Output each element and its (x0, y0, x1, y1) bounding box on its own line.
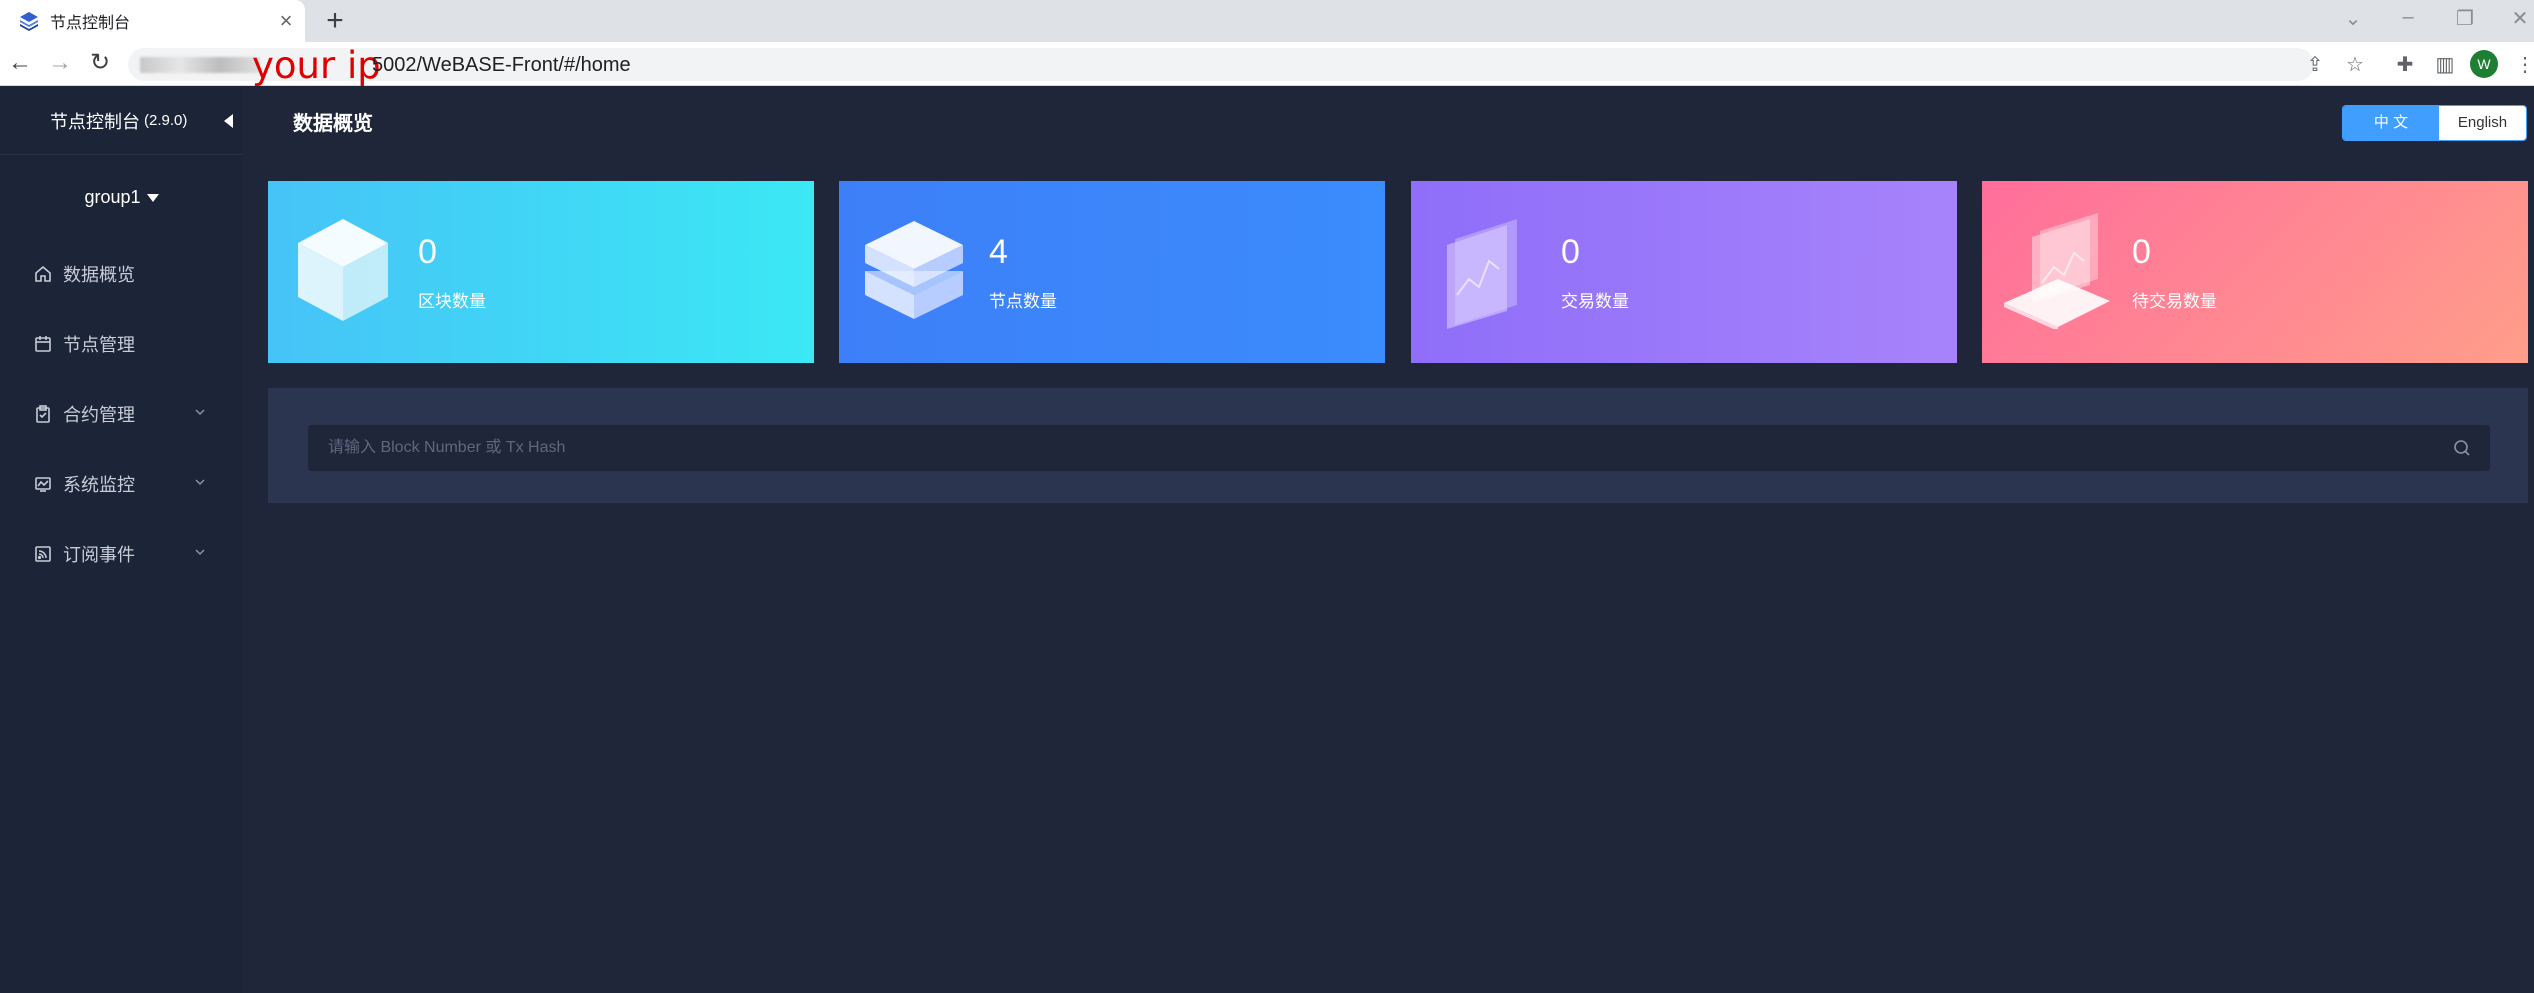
forward-icon[interactable]: → (45, 48, 75, 78)
redacted-ip (140, 57, 260, 73)
bookmark-star-icon[interactable]: ☆ (2342, 52, 2368, 78)
address-bar[interactable]: your ip 5002/WeBASE-Front/#/home (128, 44, 2314, 87)
stat-value: 0 (418, 233, 437, 271)
reload-icon[interactable]: ↻ (85, 48, 115, 78)
sidebar-item-monitor[interactable]: 系统监控 (0, 449, 243, 519)
app-root: 节点控制台 (2.9.0) group1 数据概览 节点管理 合约管理 系统监控… (0, 87, 2534, 993)
share-icon[interactable]: ⇪ (2302, 52, 2328, 78)
more-menu-icon[interactable]: ⋮ (2512, 52, 2534, 78)
stat-card-transactions[interactable]: 0 交易数量 (1411, 181, 1957, 363)
search-panel (268, 388, 2528, 503)
stat-label: 节点数量 (989, 292, 1057, 311)
brand-version: (2.9.0) (144, 112, 188, 129)
sidebar-item-label: 系统监控 (63, 475, 135, 495)
back-icon[interactable]: ← (5, 48, 35, 78)
browser-tab-strip: 节点控制台 × + ⌄ – ❐ ✕ (0, 0, 2534, 42)
language-switch: 中 文 English (2342, 105, 2527, 141)
sidebar: 节点控制台 (2.9.0) group1 数据概览 节点管理 合约管理 系统监控… (0, 87, 243, 993)
stat-value: 0 (1561, 233, 1580, 271)
stat-value: 4 (989, 233, 1008, 271)
url-text: 5002/WeBASE-Front/#/home (372, 54, 631, 76)
cube-icon (298, 219, 388, 321)
stat-card-nodes[interactable]: 4 节点数量 (839, 181, 1385, 363)
stat-label: 区块数量 (418, 292, 486, 311)
search-icon[interactable] (2452, 438, 2472, 458)
stat-card-pending-transactions[interactable]: 0 待交易数量 (1982, 181, 2528, 363)
sidebar-menu: 数据概览 节点管理 合约管理 系统监控 订阅事件 (0, 239, 243, 589)
home-icon (35, 265, 51, 282)
sidebar-item-label: 合约管理 (63, 405, 135, 425)
chevron-down-icon (195, 549, 205, 556)
restore-icon[interactable]: ❐ (2450, 6, 2480, 31)
sidebar-item-label: 订阅事件 (63, 545, 135, 565)
chevron-down-icon (195, 409, 205, 416)
page-title: 数据概览 (293, 113, 373, 135)
tab-close-icon[interactable]: × (267, 8, 305, 34)
collapse-sidebar-icon[interactable] (221, 111, 235, 131)
ip-annotation: your ip (252, 44, 381, 87)
side-panel-icon[interactable]: ▥ (2432, 52, 2458, 78)
sidebar-item-overview[interactable]: 数据概览 (0, 239, 243, 309)
sidebar-item-label: 数据概览 (63, 265, 135, 285)
brand-title: 节点控制台 (50, 111, 140, 132)
stat-label: 待交易数量 (2132, 292, 2217, 311)
new-tab-button[interactable]: + (318, 4, 352, 38)
calendar-icon (35, 336, 51, 352)
browser-toolbar: ← → ↻ your ip 5002/WeBASE-Front/#/home ⇪… (0, 42, 2534, 87)
sidebar-item-events[interactable]: 订阅事件 (0, 519, 243, 589)
caret-down-icon (146, 194, 159, 202)
stat-card-blocks[interactable]: 0 区块数量 (268, 181, 814, 363)
rss-icon (35, 546, 51, 562)
lang-zh-button[interactable]: 中 文 (2343, 106, 2439, 140)
extensions-icon[interactable]: ✚ (2392, 52, 2418, 78)
profile-avatar[interactable]: W (2470, 50, 2498, 78)
search-box (308, 425, 2490, 471)
stat-value: 0 (2132, 233, 2151, 271)
tab-title: 节点控制台 (50, 15, 131, 32)
minimize-icon[interactable]: – (2393, 6, 2423, 29)
sidebar-item-nodes[interactable]: 节点管理 (0, 309, 243, 379)
lang-en-button[interactable]: English (2439, 106, 2526, 140)
close-window-icon[interactable]: ✕ (2505, 6, 2534, 31)
stat-label: 交易数量 (1561, 292, 1629, 311)
sidebar-item-label: 节点管理 (63, 335, 135, 355)
browser-tab[interactable]: 节点控制台 × (0, 0, 305, 42)
group-name: group1 (84, 186, 141, 207)
monitor-icon (35, 477, 51, 492)
server-stack-icon (865, 221, 963, 319)
brand: 节点控制台 (2.9.0) (0, 87, 243, 155)
layers-icon (20, 12, 38, 31)
sidebar-item-contracts[interactable]: 合约管理 (0, 379, 243, 449)
clipboard-icon (36, 405, 50, 423)
chart-panel-icon (1447, 219, 1517, 329)
chevron-down-icon (195, 479, 205, 486)
tab-search-icon[interactable]: ⌄ (2338, 6, 2368, 31)
search-input[interactable] (308, 425, 2438, 471)
group-selector[interactable]: group1 (0, 155, 243, 239)
laptop-chart-icon (2004, 213, 2110, 329)
main-content: 数据概览 中 文 English 0 区块数量 4 节点数量 0 交易数量 0 … (243, 87, 2534, 993)
